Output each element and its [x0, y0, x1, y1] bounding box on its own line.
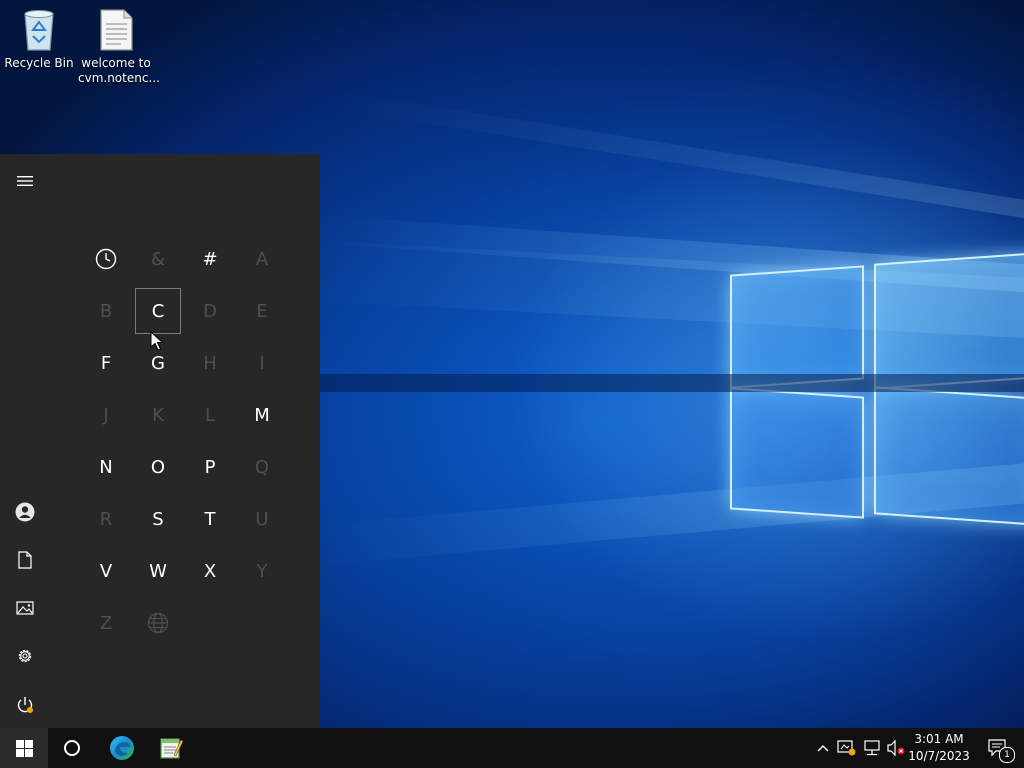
mouse-cursor-icon	[150, 331, 164, 351]
letter-tile-m[interactable]: M	[239, 392, 285, 438]
notepad-icon	[160, 738, 183, 759]
pictures-button[interactable]	[0, 585, 50, 631]
document-icon	[18, 551, 32, 569]
globe-icon	[147, 612, 169, 634]
gear-icon	[18, 649, 32, 663]
network-tray-button[interactable]	[860, 728, 884, 768]
action-center-button[interactable]: 1	[978, 728, 1018, 768]
clock-tray-button[interactable]: 3:01 AM 10/7/2023	[908, 728, 970, 768]
letter-tile-i: I	[259, 352, 265, 374]
letter-tile-s[interactable]: S	[135, 496, 181, 542]
desktop-icon-label: Recycle Bin	[4, 56, 74, 70]
letter-tile-w[interactable]: W	[135, 548, 181, 594]
cortana-circle-icon	[64, 740, 80, 756]
chevron-up-icon	[817, 745, 829, 752]
letter-tile-r: R	[99, 508, 113, 530]
letter-tile-p[interactable]: P	[187, 444, 233, 490]
letter-tile-z: Z	[99, 612, 113, 634]
user-icon	[15, 502, 35, 522]
expand-menu-button[interactable]	[0, 158, 50, 204]
letter-tile-e: E	[256, 300, 268, 322]
tray-time: 3:01 AM	[914, 732, 964, 746]
edge-taskbar-button[interactable]	[98, 728, 146, 768]
letter-tile-t[interactable]: T	[187, 496, 233, 542]
account-button[interactable]	[0, 489, 50, 535]
documents-button[interactable]	[0, 537, 50, 583]
desktop-icon-welcome-file[interactable]: welcome to cvm.notenc...	[78, 8, 160, 86]
volume-tray-button[interactable]	[884, 728, 908, 768]
letter-tile-f[interactable]: F	[83, 340, 129, 386]
clock-icon	[95, 248, 117, 270]
letter-tile-y: Y	[256, 560, 268, 582]
letter-tile-d: D	[203, 300, 217, 322]
letter-tile-c[interactable]: C	[135, 288, 181, 334]
letter-tile-recent[interactable]	[83, 236, 129, 282]
desktop-icon-label-line1: welcome to	[81, 56, 151, 70]
letter-tile-l: L	[204, 404, 216, 426]
letter-tile-u: U	[255, 508, 269, 530]
windows-logo-icon	[15, 739, 33, 757]
hamburger-icon	[17, 176, 33, 186]
picture-icon	[16, 601, 34, 615]
edge-icon	[110, 736, 134, 760]
tray-date: 10/7/2023	[908, 749, 970, 763]
power-icon	[17, 697, 33, 713]
notepad-taskbar-button[interactable]	[147, 728, 195, 768]
start-menu: & # A B C D E F G H I J K L M N O P Q R …	[0, 154, 320, 728]
security-warning-icon	[837, 740, 856, 756]
letter-tile-globe	[135, 600, 181, 646]
letter-tile-a: A	[255, 248, 269, 270]
notification-count-badge: 1	[999, 747, 1015, 763]
settings-button[interactable]	[0, 633, 50, 679]
letter-tile-k: K	[152, 404, 164, 426]
letter-tile-h: H	[203, 352, 217, 374]
letter-tile-v[interactable]: V	[83, 548, 129, 594]
volume-muted-icon	[887, 739, 905, 757]
start-button[interactable]	[0, 728, 48, 768]
taskbar: 3:01 AM 10/7/2023 1	[0, 728, 1024, 768]
text-file-icon	[96, 8, 136, 52]
power-button[interactable]	[0, 682, 50, 728]
recycle-bin-icon	[19, 8, 59, 52]
security-tray-button[interactable]	[835, 728, 859, 768]
letter-tile-o[interactable]: O	[135, 444, 181, 490]
letter-tile-q: Q	[254, 456, 270, 478]
show-hidden-icons-button[interactable]	[812, 728, 834, 768]
search-button[interactable]	[48, 728, 96, 768]
letter-tile-ampersand: &	[150, 248, 166, 270]
letter-tile-b: B	[99, 300, 113, 322]
letter-tile-j: J	[103, 404, 109, 426]
letter-tile-n[interactable]: N	[83, 444, 129, 490]
desktop-icon-recycle-bin[interactable]: Recycle Bin	[1, 8, 77, 71]
letter-tile-hash[interactable]: #	[187, 236, 233, 282]
desktop-icon-label-line2: cvm.notenc...	[78, 71, 160, 85]
network-icon	[864, 740, 880, 756]
letter-tile-x[interactable]: X	[187, 548, 233, 594]
